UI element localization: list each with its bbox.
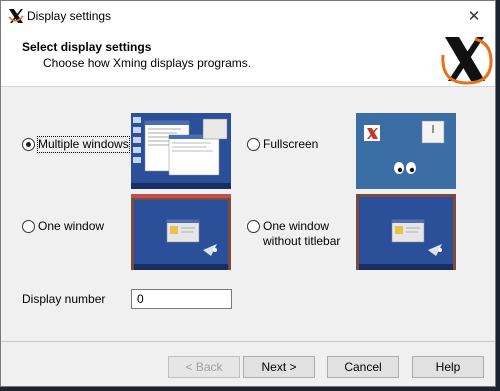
fullscreen-label: Fullscreen [263, 137, 319, 151]
multiple-windows-radio[interactable]: Multiple windows [22, 136, 130, 153]
one-window-no-titlebar-label-line1: One window [263, 219, 330, 233]
one-window-no-titlebar-radio[interactable]: One window without titlebar [247, 219, 340, 249]
one-window-radio[interactable]: One window [22, 219, 104, 234]
display-settings-dialog: Display settings ✕ Select display settin… [0, 0, 496, 387]
xming-x-icon [8, 9, 24, 23]
multiple-windows-label: Multiple windows [37, 136, 130, 153]
page-subtitle: Choose how Xming displays programs. [43, 56, 252, 70]
close-icon[interactable]: ✕ [453, 1, 495, 30]
help-button[interactable]: Help [412, 356, 484, 378]
page-title: Select display settings [22, 40, 152, 54]
one-window-no-titlebar-preview [356, 194, 456, 270]
cancel-button[interactable]: Cancel [327, 356, 399, 378]
window-title: Display settings [27, 9, 112, 23]
radio-icon [247, 138, 260, 151]
wizard-header: Select display settings Choose how Xming… [1, 30, 495, 87]
one-window-preview [131, 194, 231, 270]
one-window-no-titlebar-label: One window without titlebar [263, 219, 340, 249]
xming-logo [441, 37, 493, 85]
title-bar: Display settings ✕ [1, 1, 495, 30]
separator [1, 341, 495, 342]
radio-icon [22, 220, 35, 233]
one-window-no-titlebar-label-line2: without titlebar [263, 234, 341, 248]
one-window-label: One window [38, 219, 105, 233]
display-number-input[interactable] [131, 289, 232, 309]
next-button[interactable]: Next > [243, 356, 315, 378]
display-number-label: Display number [22, 292, 106, 306]
fullscreen-radio[interactable]: Fullscreen [247, 137, 318, 152]
multiple-windows-preview [131, 113, 231, 189]
radio-icon [22, 138, 35, 151]
fullscreen-preview [356, 113, 456, 189]
radio-icon [247, 220, 260, 233]
back-button[interactable]: < Back [168, 356, 240, 378]
